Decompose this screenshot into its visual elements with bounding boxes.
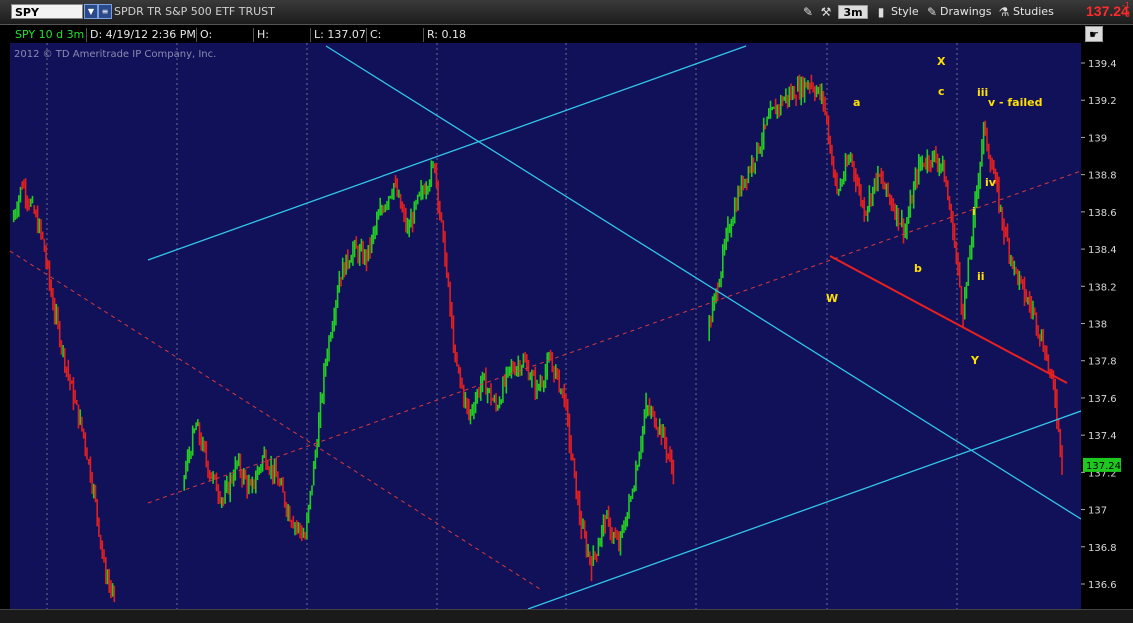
- studies-menu-button[interactable]: Studies: [1013, 4, 1054, 20]
- price-chart-plot[interactable]: W a b X c iii v - failed iv i ii Y: [10, 43, 1081, 609]
- bar-close: C: 137.24: [366, 28, 423, 55]
- price-tick-label: 138.4: [1088, 245, 1117, 256]
- trading-chart-window: SPY ▼ ≡ SPDR TR S&P 500 ETF TRUST ✎ ⚒ 3m…: [0, 0, 1133, 623]
- wave-label-i: i: [972, 205, 976, 218]
- wave-label-iv: iv: [985, 176, 996, 189]
- price-tick-label: 138.6: [1088, 208, 1117, 219]
- price-change: -1 -0: [1122, 1, 1130, 19]
- symbol-description: SPDR TR S&P 500 ETF TRUST: [114, 5, 275, 18]
- pencil-icon: ✎: [926, 5, 938, 19]
- price-tick-label: 137.8: [1088, 357, 1117, 368]
- price-tick-label: 136.8: [1088, 543, 1117, 554]
- change-line-2: -0: [1122, 10, 1130, 19]
- price-tick-label: 139.4: [1088, 59, 1117, 70]
- copyright-notice: 2012 © TD Ameritrade IP Company, Inc.: [14, 49, 217, 60]
- wave-label-iii: iii: [977, 86, 989, 99]
- drawings-menu-button[interactable]: Drawings: [940, 4, 991, 20]
- change-line-1: -1: [1122, 1, 1130, 10]
- price-tick-label: 138.2: [1088, 282, 1117, 293]
- wave-label-c: c: [938, 85, 945, 98]
- time-scrollbar[interactable]: [0, 609, 1133, 623]
- wave-label-b: b: [914, 262, 922, 275]
- style-menu-button[interactable]: Style: [891, 4, 919, 20]
- price-tick-label: 138.8: [1088, 171, 1117, 182]
- price-tick-label: 137.4: [1088, 431, 1117, 442]
- wave-label-a: a: [853, 96, 861, 109]
- bar-chart-icon: ▮: [877, 5, 885, 19]
- wave-label-y: Y: [971, 354, 979, 367]
- bar-high: H: 137.25: [253, 28, 310, 55]
- chevron-down-icon: ▼: [87, 7, 95, 16]
- hand-pointer-icon: ☛: [1089, 28, 1099, 41]
- price-tick-label: 136.6: [1088, 580, 1117, 591]
- symbol-link-button[interactable]: ≡: [98, 4, 112, 19]
- timeframe-button[interactable]: 3m: [838, 5, 868, 19]
- wave-label-ii: ii: [977, 270, 985, 283]
- price-tick-label: 138: [1088, 320, 1107, 331]
- price-tick-label: 137.6: [1088, 394, 1117, 405]
- bar-date: D: 4/19/12 2:36 PM: [86, 28, 196, 42]
- wave-labels: W a b X c iii v - failed iv i ii Y: [10, 43, 1081, 609]
- left-gutter: [0, 43, 10, 609]
- chart-settings-button[interactable]: ☛: [1085, 26, 1103, 42]
- symbol-dropdown-button[interactable]: ▼: [84, 4, 98, 19]
- link-icon: ≡: [101, 7, 109, 16]
- price-axis[interactable]: 139.4 139.2 139 138.8 138.6 138.4 138.2 138 137.…: [1081, 43, 1133, 609]
- wrench-icon[interactable]: ⚒: [818, 4, 834, 20]
- bar-open: O: 137.19: [196, 28, 253, 55]
- symbol-input[interactable]: SPY: [11, 4, 83, 19]
- price-tick-label: 139: [1088, 133, 1107, 144]
- studies-icon: ⚗: [998, 5, 1010, 19]
- price-tick-label: 137: [1088, 506, 1107, 517]
- wave-label-v-failed: v - failed: [988, 96, 1043, 109]
- chart-toolbar: SPY ▼ ≡ SPDR TR S&P 500 ETF TRUST ✎ ⚒ 3m…: [0, 0, 1133, 25]
- price-axis-svg: 139.4 139.2 139 138.8 138.6 138.4 138.2 138 137.…: [1081, 59, 1121, 591]
- chart-symbol-label: SPY 10 d 3m: [15, 28, 85, 41]
- bar-range: R: 0.18: [423, 28, 473, 42]
- wave-label-x: X: [937, 55, 946, 68]
- wave-label-w: W: [826, 292, 839, 305]
- price-tick-label: 139.2: [1088, 96, 1117, 107]
- current-price-marker-label: 137.24: [1086, 461, 1121, 472]
- crosshair-tool-icon[interactable]: ✎: [800, 4, 816, 20]
- bar-low: L: 137.07: [310, 28, 366, 42]
- bar-info-strip: SPY 10 d 3m D: 4/19/12 2:36 PM O: 137.19…: [0, 25, 1081, 55]
